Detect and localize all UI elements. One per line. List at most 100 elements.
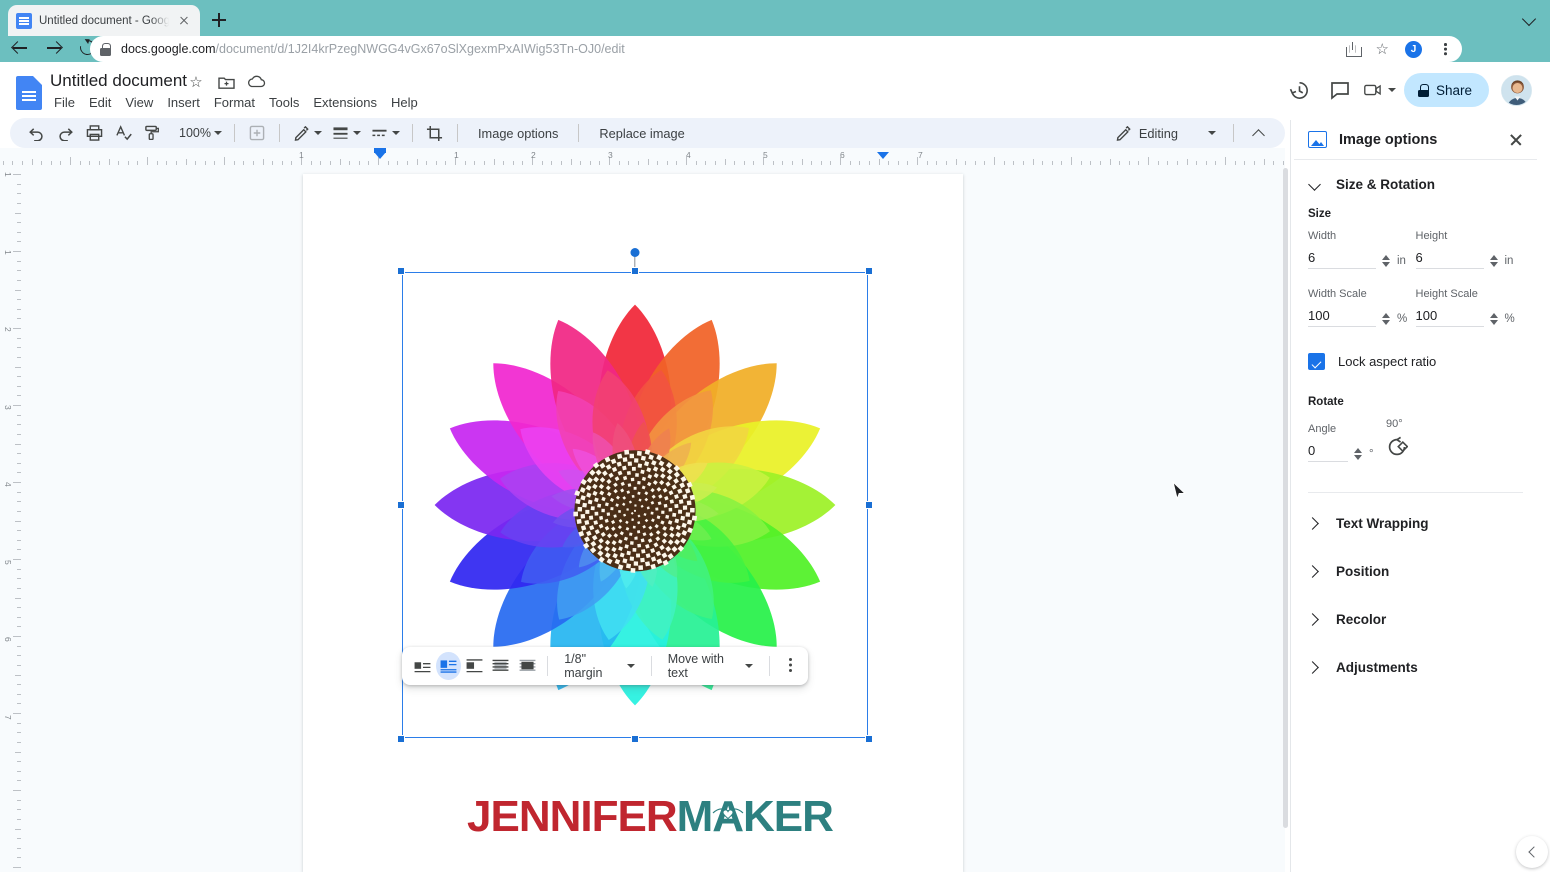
star-icon[interactable]: ☆ <box>186 72 206 92</box>
more-options-icon[interactable] <box>777 653 800 679</box>
back-button[interactable] <box>4 32 36 64</box>
ruler-tick <box>50 161 52 165</box>
height-scale-stepper[interactable] <box>1489 311 1499 327</box>
horizontal-ruler[interactable]: 1 1 2 3 4 5 6 7 <box>0 148 1285 166</box>
comments-icon[interactable] <box>1324 74 1356 106</box>
menu-extensions[interactable]: Extensions <box>307 93 383 112</box>
redo-icon[interactable] <box>51 120 79 146</box>
ruler-number: 2 <box>3 327 13 332</box>
menu-tools[interactable]: Tools <box>263 93 305 112</box>
spellcheck-icon[interactable] <box>109 120 137 146</box>
cloud-saved-icon[interactable] <box>246 72 266 92</box>
browser-profile-avatar[interactable]: J <box>1405 40 1422 58</box>
resize-handle-top-right[interactable] <box>865 267 873 275</box>
border-dash-icon[interactable] <box>366 120 394 146</box>
resize-handle-top-left[interactable] <box>397 267 405 275</box>
border-color-icon[interactable] <box>288 120 316 146</box>
section-size-and-rotation[interactable]: Size & Rotation <box>1294 160 1537 208</box>
meet-chevron-down-icon[interactable] <box>1387 88 1396 92</box>
resize-handle-middle-left[interactable] <box>397 501 405 509</box>
menu-insert[interactable]: Insert <box>161 93 206 112</box>
logo-text-ker: KER <box>743 792 834 841</box>
first-line-indent-marker <box>374 152 386 159</box>
document-page[interactable]: 1/8" margin Move with text JENNIFERMAKER <box>303 174 963 872</box>
height-stepper[interactable] <box>1489 253 1499 269</box>
resize-handle-bottom-left[interactable] <box>397 735 405 743</box>
editing-mode-selector[interactable]: Editing <box>1105 121 1222 145</box>
browser-tab[interactable]: Untitled document - Google Doc <box>8 5 200 36</box>
ruler-tick <box>15 751 21 753</box>
vertical-scrollbar[interactable] <box>1283 168 1288 828</box>
chrome-menu-icon[interactable] <box>1438 42 1452 56</box>
rotate-90-button[interactable] <box>1386 436 1412 462</box>
behind-text-button[interactable] <box>489 652 513 680</box>
share-button[interactable]: Share <box>1403 73 1489 107</box>
lock-aspect-ratio-checkbox[interactable] <box>1308 353 1325 370</box>
ruler-number: 4 <box>3 482 13 487</box>
url-bar[interactable]: docs.google.com/document/d/1J2I4krPzegNW… <box>90 36 1462 62</box>
height-input[interactable]: 6 <box>1415 250 1484 269</box>
move-to-folder-icon[interactable] <box>216 72 236 92</box>
print-icon[interactable] <box>80 120 108 146</box>
zoom-select[interactable]: 100% <box>171 123 226 143</box>
image-options-button[interactable]: Image options <box>466 122 570 145</box>
menu-help[interactable]: Help <box>385 93 424 112</box>
menu-edit[interactable]: Edit <box>83 93 117 112</box>
break-text-button[interactable] <box>463 652 487 680</box>
resize-handle-middle-right[interactable] <box>865 501 873 509</box>
section-recolor[interactable]: Recolor <box>1294 595 1537 643</box>
menu-format[interactable]: Format <box>208 93 261 112</box>
angle-input[interactable]: 0 <box>1308 443 1348 462</box>
hide-menus-button[interactable] <box>1245 120 1273 146</box>
undo-icon[interactable] <box>22 120 50 146</box>
section-adjustments[interactable]: Adjustments <box>1294 643 1537 691</box>
bookmark-star-icon[interactable]: ☆ <box>1376 42 1389 57</box>
collapse-panel-button[interactable] <box>1516 836 1548 868</box>
avatar[interactable] <box>1501 74 1532 106</box>
forward-button[interactable] <box>38 32 70 64</box>
width-scale-input[interactable]: 100 <box>1308 308 1376 327</box>
ruler-tick <box>599 161 601 165</box>
ruler-tick <box>15 212 21 214</box>
ruler-tick <box>474 161 476 165</box>
ruler-tick <box>185 159 187 165</box>
ruler-tick <box>1138 161 1140 165</box>
angle-stepper[interactable] <box>1354 446 1363 462</box>
margin-select[interactable]: 1/8" margin <box>556 648 643 684</box>
resize-handle-bottom-right[interactable] <box>865 735 873 743</box>
ruler-tick <box>1003 161 1005 165</box>
add-comment-icon[interactable] <box>243 120 271 146</box>
height-scale-input[interactable]: 100 <box>1415 308 1484 327</box>
rotation-handle[interactable] <box>630 248 640 257</box>
section-text-wrapping[interactable]: Text Wrapping <box>1294 499 1537 547</box>
section-position[interactable]: Position <box>1294 547 1537 595</box>
share-page-icon[interactable] <box>1345 42 1362 57</box>
new-tab-button[interactable] <box>207 8 231 32</box>
meet-icon[interactable] <box>1364 74 1396 106</box>
resize-handle-top-center[interactable] <box>631 267 639 275</box>
document-title[interactable]: Untitled document <box>50 71 187 91</box>
tab-search-chevron-icon[interactable] <box>1523 12 1536 25</box>
resize-handle-bottom-center[interactable] <box>631 735 639 743</box>
menu-view[interactable]: View <box>119 93 159 112</box>
toolbar-divider <box>650 656 652 676</box>
paint-format-icon[interactable] <box>138 120 166 146</box>
menu-file[interactable]: File <box>48 93 81 112</box>
width-scale-stepper[interactable] <box>1382 311 1391 327</box>
replace-image-button[interactable]: Replace image <box>587 122 696 145</box>
crop-icon[interactable] <box>421 120 449 146</box>
google-docs-logo-icon[interactable] <box>16 76 42 110</box>
ruler-tick <box>955 159 957 165</box>
wrap-inline-with-text-button[interactable] <box>410 652 434 680</box>
border-weight-icon[interactable] <box>327 120 355 146</box>
lock-aspect-ratio-row[interactable]: Lock aspect ratio <box>1294 353 1537 370</box>
in-front-of-text-button[interactable] <box>515 652 539 680</box>
wrap-text-button[interactable] <box>436 652 461 680</box>
width-stepper[interactable] <box>1382 253 1391 269</box>
width-input[interactable]: 6 <box>1308 250 1376 269</box>
ruler-tick <box>262 159 264 165</box>
close-tab-icon[interactable] <box>176 13 192 29</box>
version-history-icon[interactable] <box>1284 74 1316 106</box>
close-panel-icon[interactable] <box>1505 129 1527 151</box>
move-with-text-select[interactable]: Move with text <box>660 648 761 684</box>
